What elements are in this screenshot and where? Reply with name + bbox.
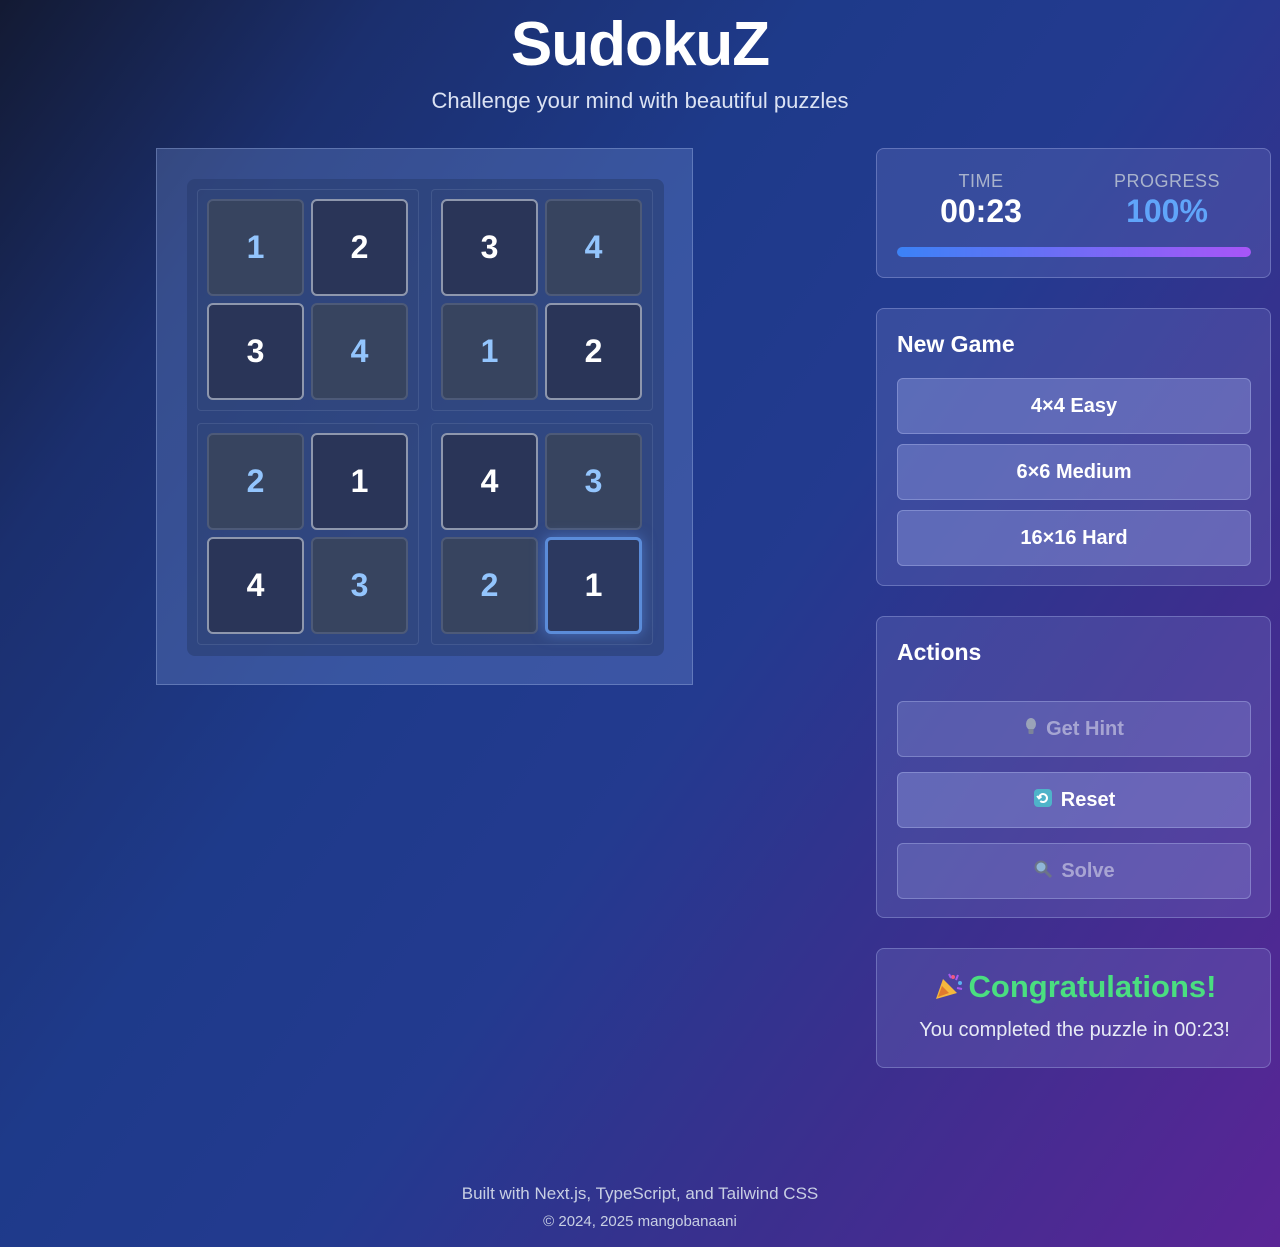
progress-value: 100% (1126, 193, 1208, 229)
sudoku-cell-r4c4[interactable]: 1 (545, 537, 642, 634)
sudoku-cell-r1c3[interactable]: 3 (441, 199, 538, 296)
progress-bar (897, 247, 1251, 257)
sudoku-board: 1234341221434321 (156, 148, 693, 685)
sudoku-cell-r3c4[interactable]: 3 (545, 433, 642, 530)
actions-heading: Actions (897, 639, 982, 665)
sudoku-cell-r2c2[interactable]: 4 (311, 303, 408, 400)
time-label: TIME (958, 171, 1004, 191)
sudoku-cell-r3c3[interactable]: 4 (441, 433, 538, 530)
sudoku-cell-r2c1[interactable]: 3 (207, 303, 304, 400)
sudoku-grid: 1234341221434321 (187, 179, 664, 656)
sudoku-cell-r1c2[interactable]: 2 (311, 199, 408, 296)
new-game-medium-button[interactable]: 6×6 Medium (897, 444, 1251, 500)
solve-button[interactable]: Solve (897, 843, 1251, 899)
congrats-title-text: Congratulations! (968, 969, 1217, 1004)
footer-copyright: © 2024, 2025 mangobanaani (543, 1213, 737, 1230)
get-hint-label: Get Hint (1046, 717, 1124, 740)
solve-label: Solve (1061, 859, 1115, 882)
page-subtitle: Challenge your mind with beautiful puzzl… (431, 88, 849, 113)
sudoku-cell-r4c1[interactable]: 4 (207, 537, 304, 634)
sudoku-cell-r1c4[interactable]: 4 (545, 199, 642, 296)
new-game-easy-button[interactable]: 4×4 Easy (897, 378, 1251, 434)
congrats-panel: Congratulations! You completed the puzzl… (876, 948, 1271, 1068)
time-value: 00:23 (940, 193, 1022, 229)
progress-label: PROGRESS (1113, 171, 1221, 191)
sudoku-cell-r1c1[interactable]: 1 (207, 199, 304, 296)
lightbulb-icon (1024, 717, 1038, 742)
congrats-message: You completed the puzzle in 00:23! (919, 1019, 1230, 1041)
sudoku-cell-r4c2[interactable]: 3 (311, 537, 408, 634)
magnifier-icon (1033, 859, 1053, 884)
sudoku-cell-r3c1[interactable]: 2 (207, 433, 304, 530)
new-game-heading: New Game (897, 331, 1015, 357)
reset-icon (1033, 788, 1053, 813)
reset-label: Reset (1060, 788, 1116, 811)
reset-button[interactable]: Reset (897, 772, 1251, 828)
new-game-hard-button[interactable]: 16×16 Hard (897, 510, 1251, 566)
footer-built-with: Built with Next.js, TypeScript, and Tail… (461, 1184, 819, 1203)
page-title: SudokuZ (510, 10, 770, 79)
sudoku-cell-r2c3[interactable]: 1 (441, 303, 538, 400)
progress-bar-fill (897, 247, 1251, 257)
sudoku-cell-r4c3[interactable]: 2 (441, 537, 538, 634)
stats-panel: TIME 00:23 PROGRESS 100% (876, 148, 1271, 278)
congrats-title: Congratulations! (877, 969, 1272, 1009)
sudoku-cell-r2c4[interactable]: 2 (545, 303, 642, 400)
party-popper-icon (933, 971, 965, 1009)
get-hint-button[interactable]: Get Hint (897, 701, 1251, 757)
new-game-panel: New Game 4×4 Easy 6×6 Medium 16×16 Hard (876, 308, 1271, 586)
sudoku-cell-r3c2[interactable]: 1 (311, 433, 408, 530)
actions-panel: Actions Get Hint Reset Solve (876, 616, 1271, 918)
